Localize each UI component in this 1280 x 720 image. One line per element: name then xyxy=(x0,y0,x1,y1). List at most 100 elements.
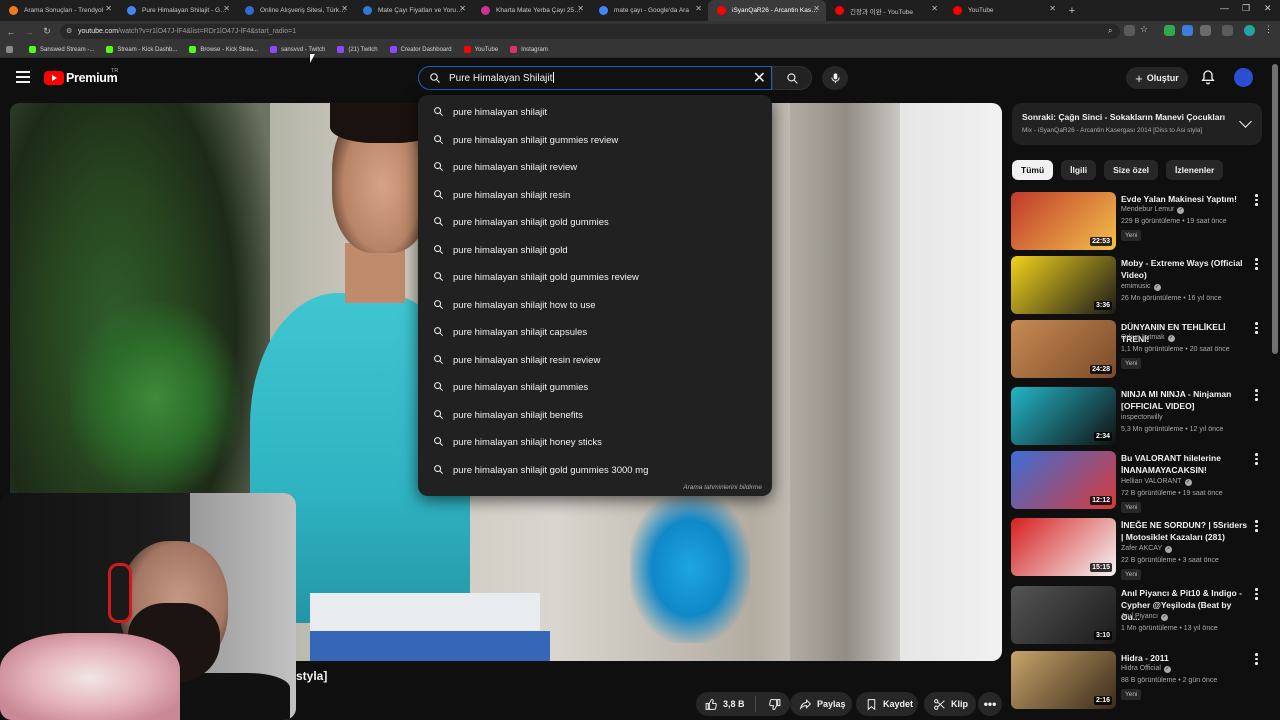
more-actions-button[interactable]: ••• xyxy=(978,692,1002,716)
bookmark-item[interactable]: Sanswed Stream -... xyxy=(29,46,94,53)
search-suggestion-item[interactable]: pure himalayan shilajit resin review xyxy=(418,346,772,374)
profile-icon[interactable] xyxy=(1244,25,1255,36)
search-suggestion-item[interactable]: pure himalayan shilajit gold gummies 300… xyxy=(418,456,772,484)
browser-tab[interactable]: Pure Himalayan Shilajit - Google ✕ xyxy=(118,0,236,21)
video-thumbnail[interactable]: 15:15 xyxy=(1011,518,1116,576)
search-suggestion-item[interactable]: pure himalayan shilajit review xyxy=(418,153,772,181)
channel-name[interactable]: inspectorwilly xyxy=(1121,414,1163,421)
search-input[interactable]: Pure Himalayan Shilajit ✕ xyxy=(418,66,772,90)
video-title[interactable]: Bu VALORANT hilelerine İNANAMAYACAKSIN! xyxy=(1121,452,1251,476)
back-icon[interactable]: ← xyxy=(4,27,18,37)
filter-chip[interactable]: Size özel xyxy=(1104,160,1159,180)
maximize-icon[interactable]: ❐ xyxy=(1242,3,1250,14)
like-icon[interactable] xyxy=(705,698,718,711)
related-video-item[interactable]: 3:10 Anıl Piyancı & Pit10 & Indigo - Cyph… xyxy=(1011,586,1267,646)
related-video-item[interactable]: 2:16 Hidra - 2011 Hidra Official ✓ 88 B görü… xyxy=(1011,651,1267,711)
tab-close-icon[interactable]: ✕ xyxy=(223,4,230,13)
video-title[interactable]: İNEĞE NE SORDUN? | 5Sriders | Motosiklet… xyxy=(1121,519,1251,543)
bookmark-item[interactable]: Browse - Kick Strea... xyxy=(189,46,258,53)
browser-tab[interactable]: mate çayı - Google'da Ara ✕ xyxy=(590,0,708,21)
search-suggestion-item[interactable]: pure himalayan shilajit benefits xyxy=(418,401,772,429)
filter-chip[interactable]: İzlenenler xyxy=(1166,160,1224,180)
new-tab-icon[interactable]: + xyxy=(1062,5,1082,17)
channel-name[interactable]: Hellian VALORANT ✓ xyxy=(1121,478,1192,486)
video-thumbnail[interactable]: 22:53 xyxy=(1011,192,1116,250)
browser-menu-icon[interactable]: ⋮ xyxy=(1264,24,1275,35)
more-options-icon[interactable] xyxy=(1255,653,1259,665)
reload-icon[interactable]: ↻ xyxy=(40,26,54,37)
video-thumbnail[interactable]: 12:12 xyxy=(1011,451,1116,509)
video-thumbnail[interactable]: 2:34 xyxy=(1011,387,1116,445)
clip-button[interactable]: Klip xyxy=(924,692,976,716)
browser-tab[interactable]: Mate Çayı Fiyatları ve Yorumları ✕ xyxy=(354,0,472,21)
apps-icon[interactable] xyxy=(6,46,17,53)
search-suggestion-item[interactable]: pure himalayan shilajit resin xyxy=(418,181,772,209)
channel-name[interactable]: Zafer AKCAY ✓ xyxy=(1121,545,1173,553)
channel-name[interactable]: Orkun Işıtmak ✓ xyxy=(1121,334,1175,342)
search-suggestion-item[interactable]: pure himalayan shilajit gold gummies rev… xyxy=(418,263,772,291)
related-video-item[interactable]: 15:15 İNEĞE NE SORDUN? | 5Sriders | Motos… xyxy=(1011,518,1267,580)
related-video-item[interactable]: 22:53 Evde Yalan Makinesi Yaptım! Mendebur… xyxy=(1011,192,1267,252)
related-video-item[interactable]: 24:28 DÜNYANIN EN TEHLİKELİ TRENİ! Orkun I… xyxy=(1011,320,1267,380)
bookmark-star-icon[interactable]: ☆ xyxy=(1140,24,1151,35)
search-suggestion-item[interactable]: pure himalayan shilajit gold xyxy=(418,236,772,264)
more-options-icon[interactable] xyxy=(1255,588,1259,600)
site-info-icon[interactable]: ⚙ xyxy=(66,27,72,35)
more-options-icon[interactable] xyxy=(1255,389,1259,401)
tab-close-icon[interactable]: ✕ xyxy=(341,4,348,13)
bookmark-item[interactable]: Creator Dashboard xyxy=(389,46,452,53)
search-suggestion-item[interactable]: pure himalayan shilajit honey sticks xyxy=(418,428,772,456)
search-suggestion-item[interactable]: pure himalayan shilajit gold gummies xyxy=(418,208,772,236)
more-options-icon[interactable] xyxy=(1255,258,1259,270)
browser-tab[interactable]: Kharta Mate Yerba Çayı 250 G ✕ xyxy=(472,0,590,21)
tab-close-icon[interactable]: ✕ xyxy=(695,4,702,13)
filter-chip[interactable]: Tümü xyxy=(1012,160,1054,180)
extension-icon[interactable] xyxy=(1164,25,1175,36)
clear-search-icon[interactable]: ✕ xyxy=(753,68,766,88)
video-title[interactable]: NINJA MI NINJA - Ninjaman [OFFICIAL VIDE… xyxy=(1121,388,1251,412)
address-bar[interactable]: ⚙ youtube.com/watch?v=r1lO47J-lF4&list=R… xyxy=(60,24,1120,39)
tab-close-icon[interactable]: ✕ xyxy=(577,4,584,13)
extension-icon[interactable] xyxy=(1182,25,1193,36)
search-suggestion-item[interactable]: pure himalayan shilajit gummies review xyxy=(418,126,772,154)
related-video-item[interactable]: 12:12 Bu VALORANT hilelerine İNANAMAYACAK… xyxy=(1011,451,1267,513)
report-suggestions-link[interactable]: Arama tahminlerini bildirme xyxy=(683,484,762,491)
zoom-icon[interactable]: ⌕ xyxy=(1108,26,1119,37)
search-suggestion-item[interactable]: pure himalayan shilajit xyxy=(418,98,772,126)
search-button[interactable] xyxy=(772,66,812,90)
bookmark-item[interactable]: Stream - Kick Dashb... xyxy=(106,46,177,53)
channel-name[interactable]: Anıl Piyancı ✓ xyxy=(1121,613,1168,621)
video-title[interactable]: Moby - Extreme Ways (Official Video) xyxy=(1121,257,1251,281)
tab-close-icon[interactable]: ✕ xyxy=(459,4,466,13)
search-suggestion-item[interactable]: pure himalayan shilajit gummies xyxy=(418,373,772,401)
search-suggestion-item[interactable]: pure himalayan shilajit how to use xyxy=(418,291,772,319)
chevron-down-icon[interactable] xyxy=(1239,115,1252,128)
browser-tab[interactable]: 긴장과 이완 - YouTube ✕ xyxy=(826,0,944,21)
video-title[interactable]: Evde Yalan Makinesi Yaptım! xyxy=(1121,193,1251,205)
video-thumbnail[interactable]: 3:10 xyxy=(1011,586,1116,644)
menu-icon[interactable] xyxy=(16,71,30,83)
bookmark-item[interactable]: Instagram xyxy=(510,46,548,53)
forward-icon[interactable]: → xyxy=(22,27,36,37)
create-button[interactable]: + Oluştur xyxy=(1126,67,1188,89)
tab-close-icon[interactable]: ✕ xyxy=(105,4,112,13)
voice-search-button[interactable] xyxy=(822,66,848,90)
bookmark-item[interactable]: (21) Twitch xyxy=(337,46,378,53)
up-next-playlist-card[interactable]: Sonraki: Çağn Sinci - Sokakların Manevi … xyxy=(1012,103,1262,145)
youtube-logo-icon[interactable] xyxy=(44,71,64,85)
more-options-icon[interactable] xyxy=(1255,520,1259,532)
browser-tab[interactable]: Online Alışveriş Sitesi, Türkiye'nin✕ xyxy=(236,0,354,21)
video-thumbnail[interactable]: 3:36 xyxy=(1011,256,1116,314)
tab-close-icon[interactable]: ✕ xyxy=(813,4,820,13)
tab-close-icon[interactable]: ✕ xyxy=(1049,4,1056,13)
save-button[interactable]: Kaydet xyxy=(856,692,918,716)
video-thumbnail[interactable]: 24:28 xyxy=(1011,320,1116,378)
browser-tab[interactable]: iSyanQaR26 - Arcantin Kasergası✕ xyxy=(708,0,826,21)
channel-name[interactable]: Hidra Official ✓ xyxy=(1121,665,1171,673)
close-window-icon[interactable]: ✕ xyxy=(1264,3,1272,14)
related-video-item[interactable]: 2:34 NINJA MI NINJA - Ninjaman [OFFICIAL … xyxy=(1011,387,1267,447)
minimize-icon[interactable]: — xyxy=(1220,3,1229,13)
search-suggestion-item[interactable]: pure himalayan shilajit capsules xyxy=(418,318,772,346)
browser-tab[interactable]: Arama Sonuçları - Trendyol ✕ xyxy=(0,0,118,21)
browser-tab[interactable]: YouTube ✕ xyxy=(944,0,1062,21)
